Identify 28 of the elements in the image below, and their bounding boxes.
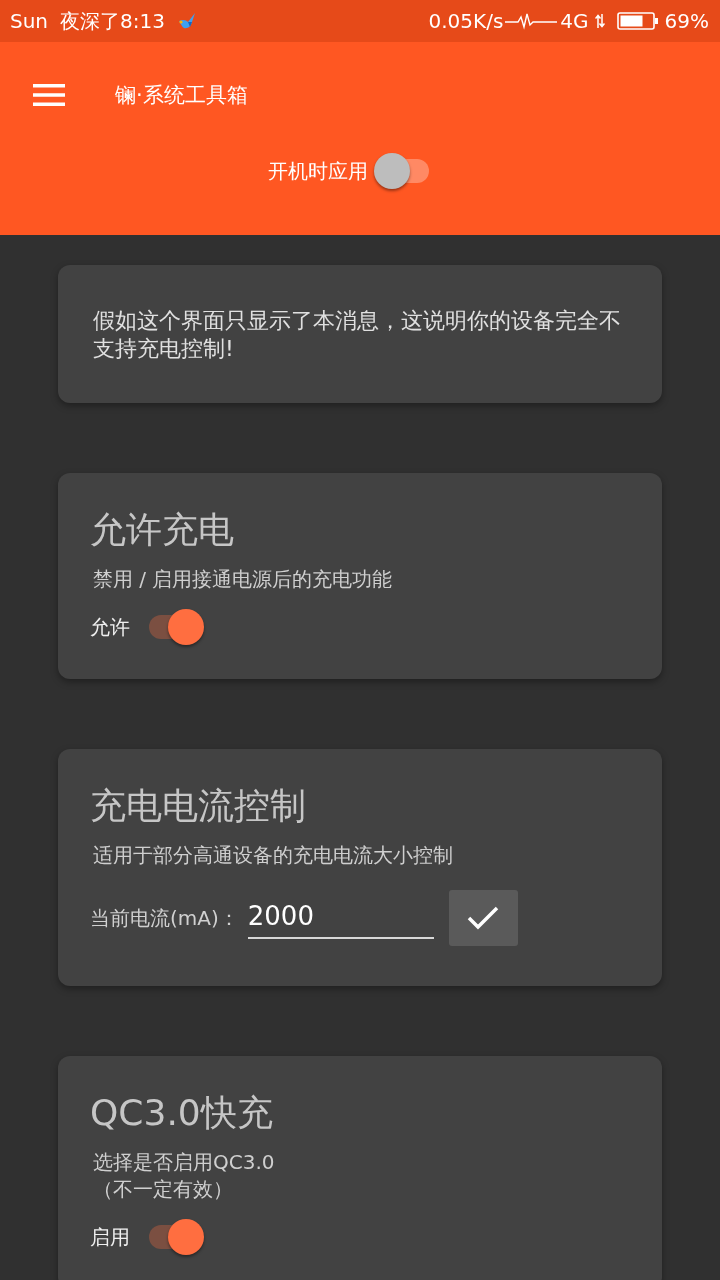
switch-label: 允许 — [90, 613, 130, 641]
toggle-switch[interactable] — [147, 608, 205, 646]
field-label: 当前电流(mA)： — [90, 904, 239, 932]
card-description: 选择是否启用QC3.0 （不一定有效） — [92, 1149, 276, 1203]
pulse-line-icon — [505, 12, 558, 30]
bird-icon — [177, 12, 197, 30]
toggle-switch[interactable] — [147, 1218, 205, 1256]
switch-label: 开机时应用 — [268, 157, 368, 185]
confirm-button[interactable] — [448, 890, 518, 946]
card-title: QC3.0快充 — [90, 1091, 274, 1135]
network-type-text: 4G — [560, 9, 589, 33]
battery-icon — [616, 12, 658, 30]
card-title: 允许充电 — [90, 508, 235, 552]
toggle-switch[interactable] — [373, 152, 431, 190]
input-field[interactable]: 2000 — [247, 897, 434, 939]
network-speed-text: 0.05K/s — [428, 9, 504, 33]
card-description: 适用于部分高通设备的充电电流大小控制 — [92, 842, 454, 869]
notice-text: 假如这个界面只显示了本消息，这说明你的设备完全不支持充电控制! — [93, 307, 622, 363]
switch-label: 启用 — [90, 1223, 130, 1251]
clock-text: 夜深了8:13 — [60, 7, 165, 35]
carrier-text: Sun — [10, 9, 49, 33]
card-description: 禁用 / 启用接通电源后的充电功能 — [92, 566, 394, 593]
menu-icon[interactable] — [33, 84, 65, 106]
check-icon — [467, 906, 500, 930]
up-down-arrows-icon — [594, 14, 605, 28]
battery-percent-text: 69% — [664, 9, 709, 33]
app-title: 镧·系统工具箱 — [115, 82, 248, 109]
card-title: 充电电流控制 — [90, 784, 307, 828]
